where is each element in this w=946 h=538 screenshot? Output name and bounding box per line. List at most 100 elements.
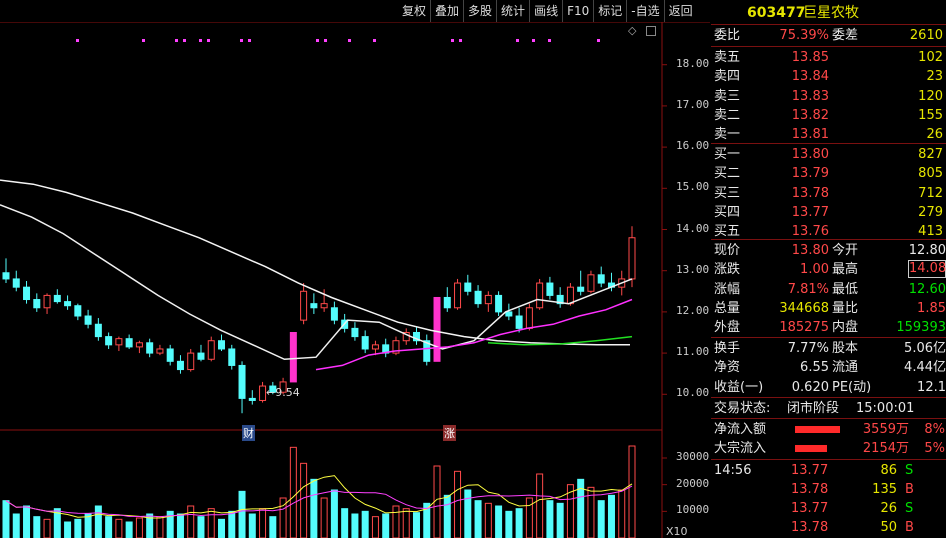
candle-body	[454, 282, 462, 309]
tick-time: 14:56	[714, 463, 752, 478]
volume-bar	[628, 445, 636, 538]
candle-body	[371, 344, 379, 350]
volume-bar	[156, 516, 164, 538]
signal-dot	[532, 39, 535, 42]
bid-price: 13.78	[791, 185, 829, 201]
ask-row[interactable]: 卖二 13.82 155	[711, 106, 946, 125]
candle-body	[238, 364, 246, 399]
committee-diff-value: 2610	[909, 28, 943, 43]
price-tick-label: 11.00	[676, 345, 710, 359]
candle-body	[351, 327, 359, 338]
quote-row: 涨跌 1.00 最高 14.08	[711, 260, 946, 279]
tick-volume: 50	[880, 520, 897, 535]
quote-row: 外盘 185275 内盘 159393	[711, 318, 946, 337]
signal-dot	[248, 39, 251, 42]
quote-value: 13.80	[791, 243, 829, 258]
candle-body	[218, 340, 226, 350]
collapse-icon[interactable]	[646, 26, 656, 36]
bid-price: 13.80	[791, 147, 829, 162]
quote-panel: 603477 巨星农牧 委比 75.39% 委差 2610 卖五 13.85 102…	[711, 0, 946, 538]
toolbar-button[interactable]: F10	[562, 0, 593, 22]
event-marker-finance[interactable]: 财	[242, 425, 255, 441]
volume-tick-label: 30000	[676, 450, 710, 463]
toolbar-button[interactable]: 统计	[496, 0, 529, 22]
volume-bar	[320, 497, 328, 538]
trade-status-label: 交易状态:	[714, 401, 771, 416]
ask-price: 13.82	[791, 107, 829, 123]
candle-body	[43, 294, 51, 309]
trade-status-row: 交易状态: 闭市阶段 15:00:01	[711, 399, 946, 418]
candle-body	[94, 323, 102, 338]
candle-body	[259, 385, 267, 401]
candle-body	[115, 338, 123, 346]
candle-body	[166, 348, 174, 362]
fundamentals-value: 6.55	[800, 360, 829, 376]
signal-dot	[597, 39, 600, 42]
tick-price: 13.78	[791, 482, 829, 497]
money-flow-label: 净流入额	[714, 422, 767, 437]
ask-row[interactable]: 卖一 13.81 26	[711, 125, 946, 144]
volume-bar	[64, 521, 72, 538]
candle-body	[495, 294, 503, 313]
volume-bar	[607, 494, 615, 538]
ask-label: 卖三	[714, 88, 741, 104]
ma-line-green	[487, 335, 633, 346]
diamond-icon[interactable]: ◇	[628, 24, 636, 37]
stock-name: 巨星农牧	[803, 5, 859, 21]
volume-bar	[474, 500, 482, 538]
price-tick-label: 18.00	[676, 56, 710, 70]
volume-bar	[454, 470, 462, 538]
candle-body	[320, 303, 328, 309]
volume-bar	[310, 478, 318, 538]
bid-row[interactable]: 买二 13.79 805	[711, 164, 946, 183]
toolbar-button[interactable]: -自选	[626, 0, 663, 22]
ask-row[interactable]: 卖五 13.85 102	[711, 48, 946, 67]
toolbar-button[interactable]: 多股	[463, 0, 496, 22]
volume-bar	[176, 513, 184, 538]
event-marker-limit-up[interactable]: 涨	[443, 425, 456, 441]
toolbar-button[interactable]: 画线	[529, 0, 562, 22]
toolbar-button[interactable]: 返回	[663, 0, 697, 22]
volume-bar	[341, 508, 349, 538]
money-flow-amount: 2154万	[862, 441, 909, 456]
volume-bar	[197, 516, 205, 538]
volume-bar	[125, 521, 133, 538]
toolbar-button[interactable]: 复权	[398, 0, 430, 22]
trade-status-value: 闭市阶段	[787, 401, 840, 416]
volume-bar	[2, 500, 10, 538]
signal-dot	[199, 39, 202, 42]
fundamentals-label: 净资	[714, 360, 741, 376]
bid-label: 买二	[714, 166, 741, 182]
signal-dot	[76, 39, 79, 42]
bid-row[interactable]: 买一 13.80 827	[711, 145, 946, 164]
volume-bar	[43, 518, 51, 538]
quote-value: 1.00	[800, 262, 829, 278]
fundamentals-value: 4.44亿	[904, 360, 946, 376]
volume-bar	[207, 508, 215, 538]
price-tick-label: 15.00	[676, 180, 710, 194]
volume-bar	[402, 508, 410, 538]
toolbar-button[interactable]: 叠加	[430, 0, 463, 22]
ask-row[interactable]: 卖四 13.84 23	[711, 67, 946, 86]
signal-dot	[316, 39, 319, 42]
quote-label: 涨幅	[714, 281, 741, 297]
volume-bar	[269, 516, 277, 538]
tick-volume: 26	[880, 501, 897, 516]
money-flow-pct: 8%	[924, 422, 945, 437]
stock-header[interactable]: 603477 巨星农牧	[711, 2, 946, 24]
volume-bar	[443, 494, 451, 538]
tick-row: 13.77 26 S	[711, 499, 946, 518]
fundamentals-value: 5.06亿	[904, 341, 946, 356]
toolbar-button[interactable]: 标记	[593, 0, 626, 22]
ma-line-fast	[0, 204, 633, 361]
bid-row[interactable]: 买四 13.77 279	[711, 203, 946, 222]
ask-row[interactable]: 卖三 13.83 120	[711, 87, 946, 106]
bid-row[interactable]: 买三 13.78 712	[711, 184, 946, 203]
money-flow-bar	[795, 445, 827, 452]
candle-body	[23, 286, 31, 301]
volume-bar	[361, 510, 369, 538]
candle-body	[628, 237, 636, 280]
fundamentals-value: 12.1	[917, 379, 946, 395]
bid-volume: 712	[918, 185, 943, 201]
quote-value: 159393	[896, 320, 946, 336]
